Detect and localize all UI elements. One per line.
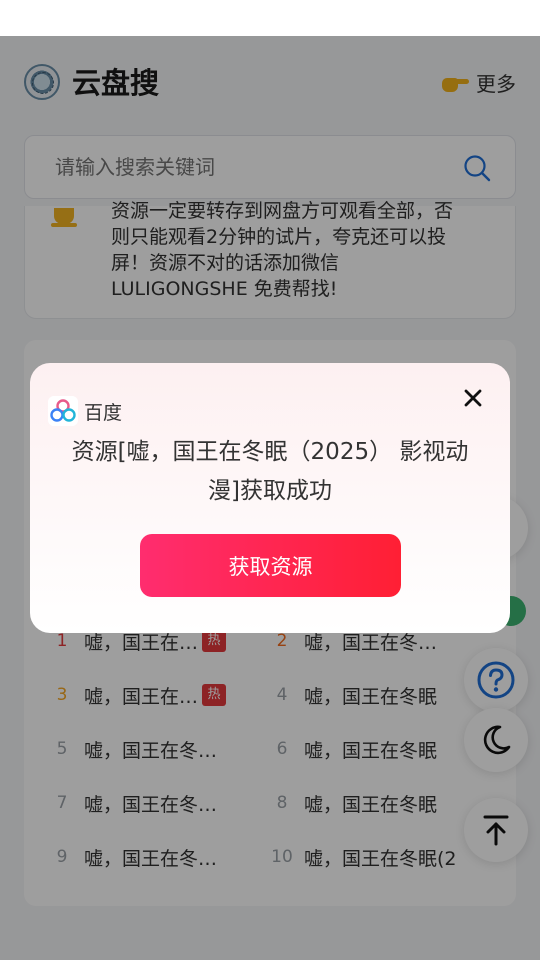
close-icon[interactable]: [462, 387, 484, 409]
baidu-logo-icon: [48, 396, 78, 426]
status-bar: [0, 0, 540, 36]
dialog-message: 资源[嘘，国王在冬眠（2025） 影视动漫]获取成功: [71, 439, 469, 504]
get-resource-button[interactable]: 获取资源: [140, 534, 401, 597]
dialog-app-name: 百度: [84, 402, 123, 424]
result-dialog: 百度 资源[嘘，国王在冬眠（2025） 影视动漫]获取成功 获取资源: [30, 363, 510, 633]
